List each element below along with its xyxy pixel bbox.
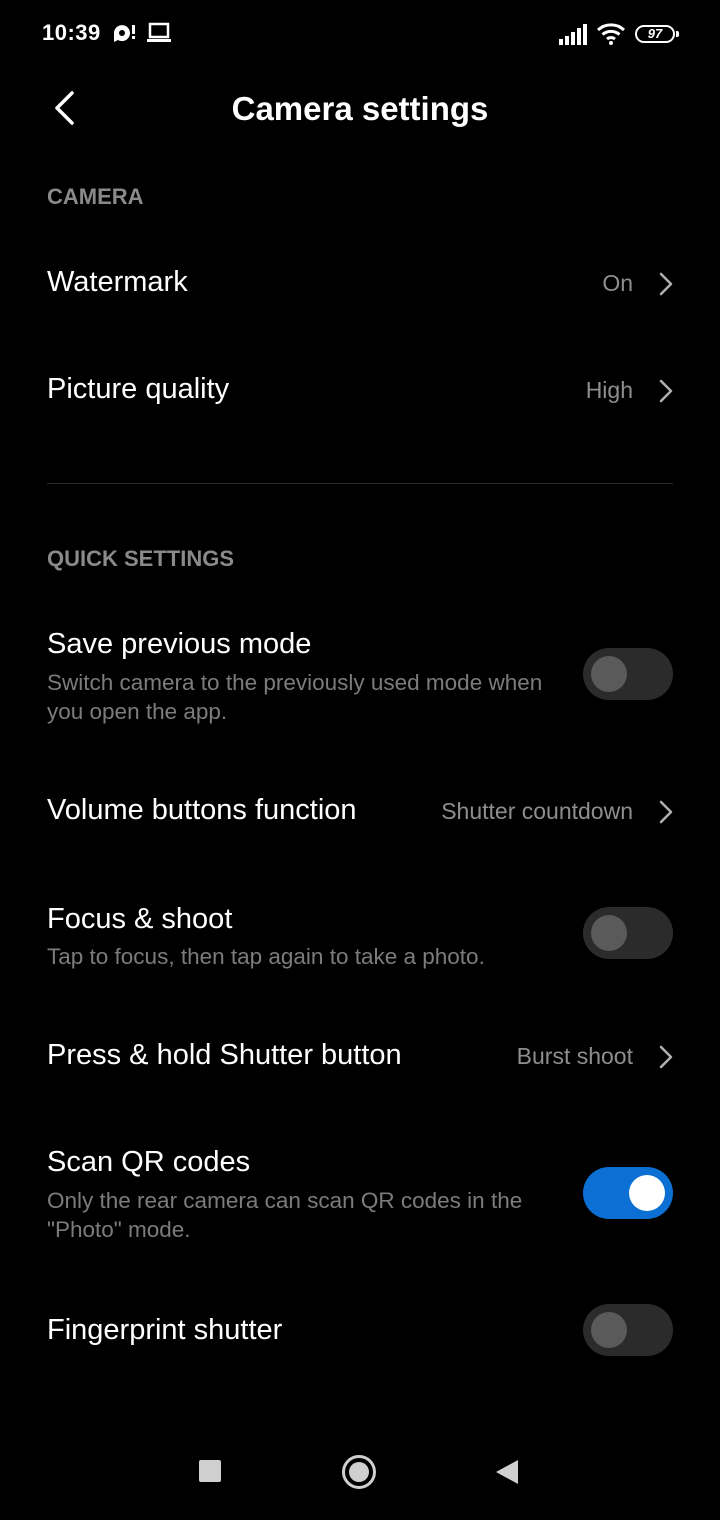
signal-icon xyxy=(558,24,588,51)
chevron-right-icon xyxy=(659,1045,673,1069)
row-value: Burst shoot xyxy=(516,1043,633,1069)
battery-icon: 97 xyxy=(635,25,679,43)
notification-icon xyxy=(111,22,137,49)
setting-row-press-hold-shutter[interactable]: Press & hold Shutter button Burst shoot xyxy=(0,1015,720,1105)
row-title: Fingerprint shutter xyxy=(47,1314,283,1346)
row-description: Switch camera to the previously used mod… xyxy=(47,670,543,724)
setting-row-picture-quality[interactable]: Picture quality High xyxy=(0,347,720,437)
chevron-right-icon xyxy=(659,800,673,824)
setting-row-watermark[interactable]: Watermark On xyxy=(0,240,720,330)
chevron-right-icon xyxy=(659,379,673,403)
home-circle-icon[interactable] xyxy=(341,1454,377,1495)
section-label-camera: CAMERA xyxy=(47,184,144,209)
row-title: Picture quality xyxy=(47,373,230,405)
chevron-right-icon xyxy=(659,272,673,296)
row-title: Volume buttons function xyxy=(47,794,357,826)
row-title: Watermark xyxy=(47,266,188,298)
scan-qr-toggle[interactable] xyxy=(583,1167,673,1219)
navigation-bar xyxy=(0,1420,720,1520)
setting-row-scan-qr[interactable]: Scan QR codes Only the rear camera can s… xyxy=(0,1130,720,1260)
recents-square-icon[interactable] xyxy=(199,1460,221,1482)
page-title: Camera settings xyxy=(231,90,489,127)
status-bar: 10:39 97 xyxy=(0,0,720,70)
setting-row-save-previous-mode[interactable]: Save previous mode Switch camera to the … xyxy=(0,610,720,740)
section-divider xyxy=(47,483,673,484)
row-value: High xyxy=(585,377,633,403)
laptop-icon xyxy=(146,22,172,49)
wifi-icon xyxy=(596,23,626,50)
app-header: Camera settings xyxy=(0,70,720,150)
battery-level: 97 xyxy=(647,26,663,41)
row-title: Focus & shoot xyxy=(47,903,233,935)
focus-shoot-toggle[interactable] xyxy=(583,907,673,959)
section-label-quick-settings: QUICK SETTINGS xyxy=(47,546,235,571)
row-title: Save previous mode xyxy=(47,628,312,660)
row-description: Only the rear camera can scan QR codes i… xyxy=(47,1188,523,1242)
back-triangle-icon[interactable] xyxy=(494,1458,520,1491)
setting-row-focus-shoot[interactable]: Focus & shoot Tap to focus, then tap aga… xyxy=(0,885,720,995)
row-title: Press & hold Shutter button xyxy=(47,1039,402,1071)
setting-row-fingerprint-shutter[interactable]: Fingerprint shutter xyxy=(0,1290,720,1380)
status-time: 10:39 xyxy=(42,20,101,45)
row-title: Scan QR codes xyxy=(47,1146,251,1178)
row-description: Tap to focus, then tap again to take a p… xyxy=(47,944,485,969)
fingerprint-shutter-toggle[interactable] xyxy=(583,1304,673,1356)
row-value: Shutter countdown xyxy=(441,798,633,824)
save-previous-mode-toggle[interactable] xyxy=(583,648,673,700)
row-value: On xyxy=(602,270,633,296)
setting-row-volume-buttons[interactable]: Volume buttons function Shutter countdow… xyxy=(0,770,720,860)
